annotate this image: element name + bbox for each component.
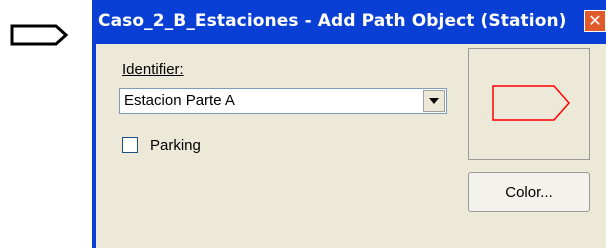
- identifier-value: Estacion Parte A: [124, 92, 235, 109]
- close-icon: ✕: [588, 11, 602, 30]
- chevron-down-icon: [429, 98, 439, 104]
- color-button-label: Color...: [505, 184, 553, 201]
- identifier-dropdown-button[interactable]: [423, 90, 445, 112]
- title-bar: Caso_2_B_Estaciones - Add Path Object (S…: [92, 0, 606, 44]
- parking-checkbox[interactable]: [122, 137, 138, 153]
- add-path-object-dialog: Caso_2_B_Estaciones - Add Path Object (S…: [92, 0, 606, 248]
- station-shape-icon: [492, 85, 570, 121]
- station-outline-icon: [0, 22, 70, 48]
- parking-label-text: Parking: [150, 137, 201, 154]
- close-button[interactable]: ✕: [584, 10, 606, 32]
- color-button[interactable]: Color...: [468, 172, 590, 212]
- identifier-combobox[interactable]: Estacion Parte A: [119, 88, 447, 114]
- identifier-label-text: Identifier:: [122, 61, 184, 78]
- dialog-body: Identifier: Estacion Parte A Parking Col…: [96, 44, 606, 248]
- parking-label[interactable]: Parking: [150, 137, 201, 154]
- shape-preview: [468, 48, 590, 160]
- window-title: Caso_2_B_Estaciones - Add Path Object (S…: [98, 11, 567, 31]
- identifier-label: Identifier:: [122, 61, 184, 78]
